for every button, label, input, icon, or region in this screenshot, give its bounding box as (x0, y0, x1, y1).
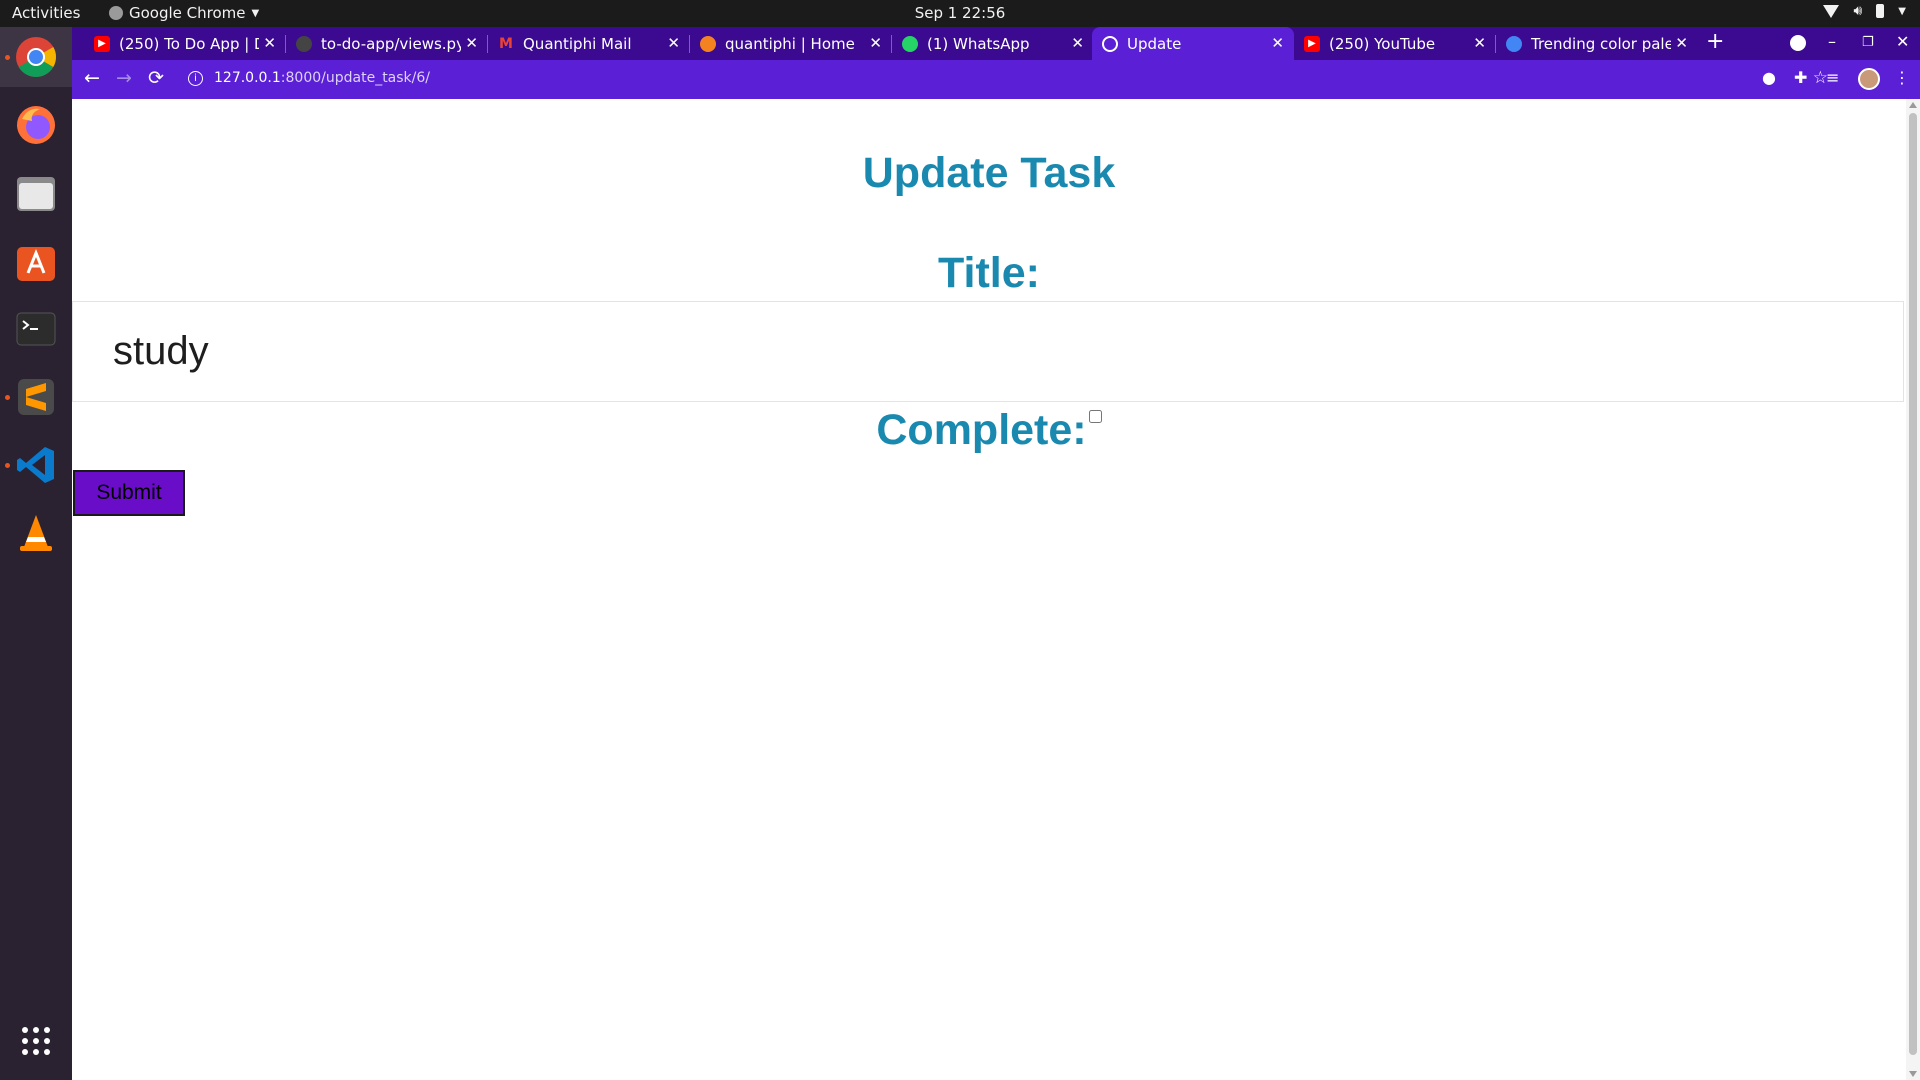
menu-kebab-icon[interactable]: ⋮ (1894, 68, 1910, 87)
tab-title: Update (1127, 34, 1182, 53)
tab-title: (250) To Do App | Dj (119, 34, 259, 53)
chrome-app-icon (109, 6, 123, 20)
youtube-icon: ▶ (94, 35, 110, 52)
caret-down-icon: ▼ (251, 7, 260, 19)
browser-window: ▶ (250) To Do App | Dj ✕ to-do-app/views… (72, 27, 1920, 99)
submit-button[interactable]: Submit (73, 470, 185, 516)
tab-youtube[interactable]: ▶ (250) YouTube ✕ (1294, 27, 1496, 60)
files-icon (17, 177, 55, 211)
tab-search-icon[interactable] (1790, 35, 1806, 51)
show-applications-button[interactable] (0, 1011, 72, 1071)
dock-chrome[interactable] (0, 27, 72, 87)
vscode-icon (17, 447, 54, 483)
url-text[interactable]: 127.0.0.1:8000/update_task/6/ (214, 70, 430, 86)
running-indicator (5, 463, 10, 468)
system-tray[interactable]: 🔊︎ ▼ (1823, 3, 1906, 19)
close-icon[interactable]: ✕ (667, 34, 680, 52)
new-tab-button[interactable]: + (1706, 29, 1724, 54)
tab-title: (250) YouTube (1329, 34, 1436, 53)
caret-down-icon: ▼ (1898, 5, 1906, 17)
dock-terminal[interactable] (0, 299, 72, 359)
dock-files[interactable] (0, 163, 72, 223)
url-path: :8000/update_task/6/ (280, 70, 430, 86)
youtube-icon: ▶ (1304, 35, 1320, 52)
tab-quantiphi-home[interactable]: quantiphi | Home ✕ (690, 27, 892, 60)
tab-quantiphi-mail[interactable]: M Quantiphi Mail ✕ (488, 27, 690, 60)
close-icon[interactable]: ✕ (263, 34, 276, 52)
minimize-button[interactable]: – (1828, 32, 1836, 51)
url-host: 127.0.0.1 (214, 70, 281, 86)
github-icon (296, 35, 312, 52)
back-button[interactable]: ← (84, 67, 100, 89)
battery-icon (1876, 4, 1885, 18)
activities-button[interactable]: Activities (12, 4, 80, 22)
reload-button[interactable]: ⟳ (148, 67, 164, 89)
terminal-icon (16, 312, 56, 346)
scroll-up-icon[interactable] (1909, 102, 1917, 108)
gmail-icon: M (499, 35, 513, 52)
volume-icon: 🔊︎ (1853, 3, 1863, 19)
wifi-icon (1823, 4, 1840, 18)
tab-title: (1) WhatsApp (927, 34, 1030, 53)
tab-todo-app-youtube[interactable]: ▶ (250) To Do App | Dj ✕ (84, 27, 286, 60)
extension-cookie-icon[interactable]: ● (1762, 68, 1776, 87)
clock[interactable]: Sep 1 22:56 (915, 4, 1006, 22)
page-title: Update Task (862, 149, 1116, 197)
site-info-icon[interactable]: i (188, 71, 203, 86)
scroll-down-icon[interactable] (1909, 1071, 1917, 1077)
close-icon[interactable]: ✕ (465, 34, 478, 52)
dock (0, 27, 72, 1080)
window-close-button[interactable]: ✕ (1896, 32, 1909, 51)
page-scrollbar[interactable] (1906, 99, 1920, 1080)
title-input[interactable] (72, 301, 1904, 402)
tab-update[interactable]: Update ✕ (1092, 27, 1294, 60)
complete-row: Complete: (72, 404, 1906, 464)
dock-software-center[interactable] (0, 231, 72, 291)
close-icon[interactable]: ✕ (869, 34, 882, 52)
browser-toolbar: ← → ⟳ i 127.0.0.1:8000/update_task/6/ ☆ … (72, 60, 1920, 99)
chrome-icon (16, 37, 56, 77)
software-center-icon (17, 247, 55, 281)
address-bar[interactable]: i 127.0.0.1:8000/update_task/6/ ☆ (180, 64, 1840, 95)
sublime-text-icon (18, 379, 54, 415)
dock-firefox[interactable] (0, 95, 72, 155)
tab-trending-color-palettes[interactable]: Trending color palet ✕ (1496, 27, 1698, 60)
tab-title: Trending color palet (1531, 34, 1671, 53)
dock-vlc[interactable] (0, 503, 72, 563)
close-icon[interactable]: ✕ (1071, 34, 1084, 52)
profile-avatar[interactable] (1858, 68, 1880, 90)
firefox-icon (17, 106, 55, 144)
close-icon[interactable]: ✕ (1473, 34, 1486, 52)
running-indicator (5, 395, 10, 400)
extensions-puzzle-icon[interactable]: ✚ (1794, 68, 1807, 87)
apps-grid-icon (22, 1027, 50, 1055)
maximize-button[interactable]: ❐ (1862, 35, 1874, 50)
running-indicator (5, 55, 10, 60)
close-icon[interactable]: ✕ (1271, 34, 1284, 52)
dock-sublime-text[interactable] (0, 367, 72, 427)
quantiphi-icon (700, 35, 716, 52)
tab-title: to-do-app/views.py (321, 34, 461, 53)
dock-vscode[interactable] (0, 435, 72, 495)
tab-strip: ▶ (250) To Do App | Dj ✕ to-do-app/views… (72, 27, 1920, 60)
media-control-icon[interactable]: ≡ (1826, 68, 1839, 87)
title-label: Title: (938, 249, 1040, 297)
tab-github-views[interactable]: to-do-app/views.py ✕ (286, 27, 488, 60)
scrollbar-thumb[interactable] (1909, 113, 1917, 1055)
system-top-bar: Activities Google Chrome ▼ Sep 1 22:56 🔊… (0, 0, 1920, 27)
forward-button[interactable]: → (116, 67, 132, 89)
close-icon[interactable]: ✕ (1675, 34, 1688, 52)
google-icon (1506, 35, 1522, 52)
tab-title: quantiphi | Home (725, 34, 855, 53)
vlc-icon (20, 515, 52, 551)
complete-label: Complete: (876, 406, 1087, 454)
complete-checkbox[interactable] (1088, 410, 1102, 423)
tab-whatsapp[interactable]: (1) WhatsApp ✕ (892, 27, 1094, 60)
whatsapp-icon (902, 35, 918, 52)
page-content: Update Task Title: Complete: Submit (72, 99, 1920, 1080)
app-menu-label: Google Chrome (129, 4, 246, 22)
globe-icon (1102, 35, 1118, 52)
app-menu[interactable]: Google Chrome ▼ (109, 4, 259, 22)
tab-title: Quantiphi Mail (523, 34, 632, 53)
